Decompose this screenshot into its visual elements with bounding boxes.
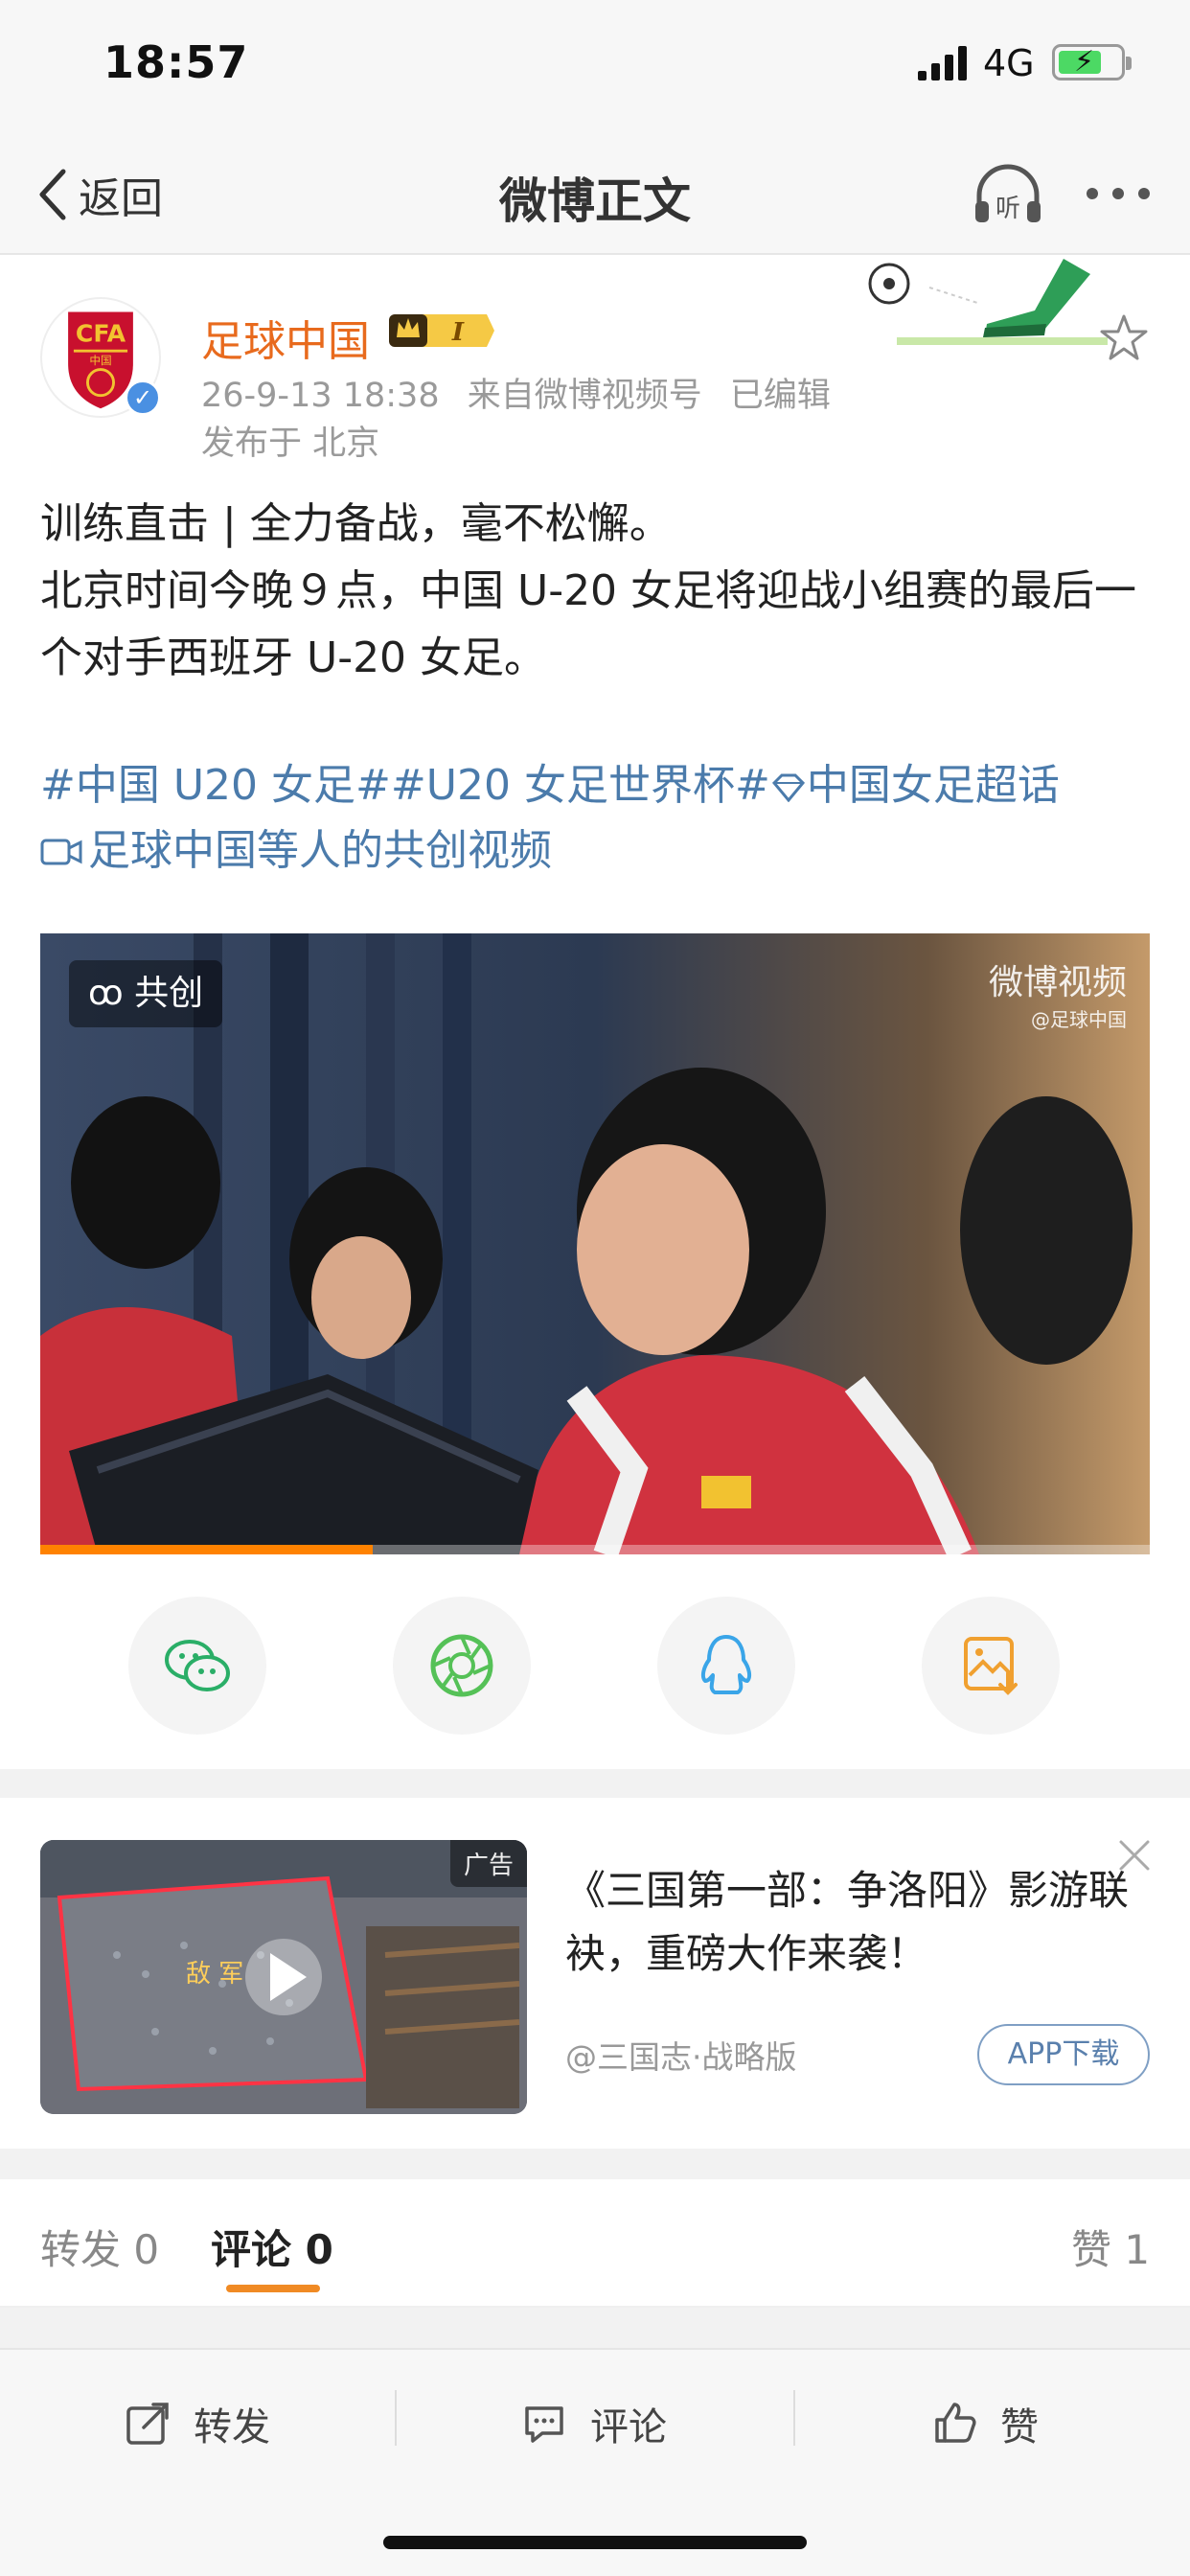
wechat-icon <box>165 1640 230 1691</box>
cocreate-video-link[interactable]: 足球中国等人的共创视频 <box>40 818 552 884</box>
post-source: 来自微博视频号 <box>467 377 702 415</box>
post-content: 训练直击 | 全力备战，毫不松懈。 北京时间今晚９点，中国 U-20 女足将迎战… <box>40 491 1152 692</box>
share-wechat-button[interactable] <box>128 1597 266 1735</box>
divider <box>793 2390 795 2446</box>
ad-card[interactable]: 敌 军 广告 《三国第一部：争洛阳》影游联袂，重磅大作来袭！ @三国志·战略版 … <box>0 1798 1190 2149</box>
weibo-post: CFA 中国 ✓ 足球中国 I 26-9-13 18:38 来自微博视频号 已编… <box>0 255 1190 1769</box>
edited-label[interactable]: 已编辑 <box>730 377 831 415</box>
svg-text:CFA: CFA <box>76 320 126 348</box>
listen-headphones-icon[interactable]: 听 <box>970 161 1046 228</box>
close-icon[interactable] <box>1115 1836 1154 1874</box>
network-type: 4G <box>983 42 1035 84</box>
post-line-1: 训练直击 | 全力备战，毫不松懈。 <box>40 499 672 548</box>
weibo-video-watermark: 微博视频 @足球中国 <box>988 963 1127 1031</box>
tab-repost[interactable]: 转发 0 <box>40 2218 159 2276</box>
home-indicator <box>383 2536 807 2549</box>
ad-label: 广告 <box>449 1840 527 1887</box>
save-image-icon <box>964 1637 1018 1695</box>
status-bar: 18:57 4G ⚡ <box>0 0 1190 134</box>
tab-like[interactable]: 赞 1 <box>1071 2218 1150 2276</box>
svg-text:I: I <box>451 318 465 347</box>
diamond-icon <box>771 773 805 803</box>
username[interactable]: 足球中国 <box>201 307 370 368</box>
vip-crown-badge-icon[interactable]: I <box>387 307 496 355</box>
navigation-bar: 返回 微博正文 听 <box>0 134 1190 255</box>
repost-icon <box>126 2403 169 2445</box>
listen-label: 听 <box>995 195 1020 223</box>
svg-text:中国: 中国 <box>89 354 111 367</box>
more-options-icon[interactable] <box>1083 182 1154 205</box>
post-meta: 26-9-13 18:38 来自微博视频号 已编辑 <box>201 368 848 417</box>
video-progress-bar[interactable] <box>40 1545 1150 1554</box>
ad-title[interactable]: 《三国第一部：争洛阳》影游联袂，重磅大作来袭！ <box>565 1859 1150 1986</box>
repost-label: 转发 <box>194 2405 270 2450</box>
ad-thumb-text: 敌 军 <box>186 1960 243 1989</box>
supertopic-link[interactable]: 中国女足超话 <box>770 761 1060 810</box>
status-time: 18:57 <box>103 36 249 88</box>
verified-badge-icon: ✓ <box>125 380 161 416</box>
share-row <box>0 1597 1190 1738</box>
like-button[interactable]: 赞 <box>931 2390 1039 2457</box>
qq-icon <box>700 1635 752 1694</box>
ad-source[interactable]: @三国志·战略版 <box>565 2032 797 2078</box>
interaction-tabs: 转发 0 评论 0 赞 1 <box>0 2179 1190 2308</box>
topic-tag[interactable]: #中国 U20 女足# <box>40 761 391 810</box>
signal-icon <box>918 46 967 80</box>
save-image-button[interactable] <box>922 1597 1060 1735</box>
football-decoration-icon <box>868 259 1108 345</box>
thumbs-up-icon <box>935 2403 976 2443</box>
video-progress-fill <box>40 1545 374 1554</box>
active-tab-indicator <box>226 2285 320 2292</box>
topic-tag[interactable]: #U20 女足世界杯# <box>391 761 770 810</box>
post-location: 发布于 北京 <box>201 425 380 463</box>
repost-button[interactable]: 转发 <box>125 2390 270 2457</box>
share-moments-button[interactable] <box>393 1597 531 1735</box>
post-line-2: 北京时间今晚９点，中国 U-20 女足将迎战小组赛的最后一个对手西班牙 U-20… <box>40 566 1137 682</box>
video-camera-icon <box>40 839 82 865</box>
comment-icon <box>525 2406 563 2443</box>
comment-label: 评论 <box>590 2405 667 2450</box>
moments-icon <box>430 1634 493 1697</box>
battery-charging-icon: ⚡ <box>1052 44 1132 80</box>
app-download-button[interactable]: APP下载 <box>977 2024 1150 2085</box>
favorite-star-icon[interactable] <box>1098 312 1150 364</box>
share-qq-button[interactable] <box>657 1597 795 1735</box>
like-label: 赞 <box>1000 2405 1039 2450</box>
comment-button[interactable]: 评论 <box>521 2390 667 2457</box>
cocreate-badge: ꝏ 共创 <box>69 960 223 1027</box>
divider <box>395 2390 397 2446</box>
ad-thumbnail[interactable]: 敌 军 广告 <box>40 1840 527 2114</box>
post-tags: #中国 U20 女足##U20 女足世界杯# 中国女足超话 足球中国等人的共创视频 <box>40 753 1152 886</box>
link-icon: ꝏ <box>88 974 124 1013</box>
video-player[interactable]: ꝏ 共创 微博视频 @足球中国 <box>40 933 1150 1554</box>
tab-comment[interactable]: 评论 0 <box>211 2218 333 2276</box>
post-time: 26-9-13 18:38 <box>201 377 440 415</box>
